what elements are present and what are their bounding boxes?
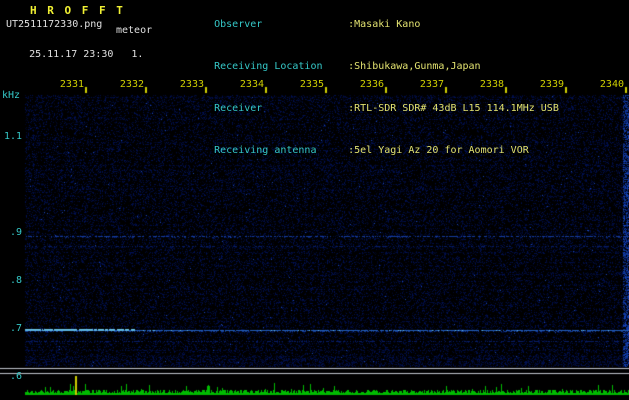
station-info-block: Observer :Masaki Kano Receiving Location:…: [178, 4, 559, 172]
y-axis-unit-label: kHz: [2, 90, 21, 101]
info-value: :RTL-SDR SDR# 43dB L15 114.1MHz USB: [348, 103, 559, 114]
info-label: Receiving Location: [214, 61, 323, 72]
mode-label: meteor: [116, 25, 153, 36]
info-label: Observer: [214, 19, 263, 30]
info-label: Receiver: [214, 103, 263, 114]
app-title: H R O F F T: [30, 4, 125, 17]
timestamp-text: 25.11.17 23:30: [29, 49, 114, 60]
info-value: :Shibukawa,Gunma,Japan: [348, 61, 481, 72]
hrofft-output-image: H R O F F T UT2511172330.png meteor 25.1…: [0, 0, 629, 400]
info-row-location: Receiving Location :Shibukawa,Gunma,Japan: [178, 46, 559, 88]
signal-level-graph: [0, 375, 629, 396]
output-filename: UT2511172330.png: [6, 19, 103, 30]
info-row-observer: Observer :Masaki Kano: [178, 4, 559, 46]
info-row-receiver: Receiver :RTL-SDR SDR# 43dB L15 114.1MHz …: [178, 88, 559, 130]
sequence-number: 1.: [131, 49, 144, 60]
info-value: :5el Yagi Az 20 for Aomori VOR: [348, 145, 529, 156]
timestamp: 25.11.17 23:30 1.: [5, 38, 143, 71]
info-value: :Masaki Kano: [348, 19, 421, 30]
info-label: Receiving antenna: [214, 145, 317, 156]
info-row-antenna: Receiving antenna :5el Yagi Az 20 for Aom…: [178, 130, 559, 172]
